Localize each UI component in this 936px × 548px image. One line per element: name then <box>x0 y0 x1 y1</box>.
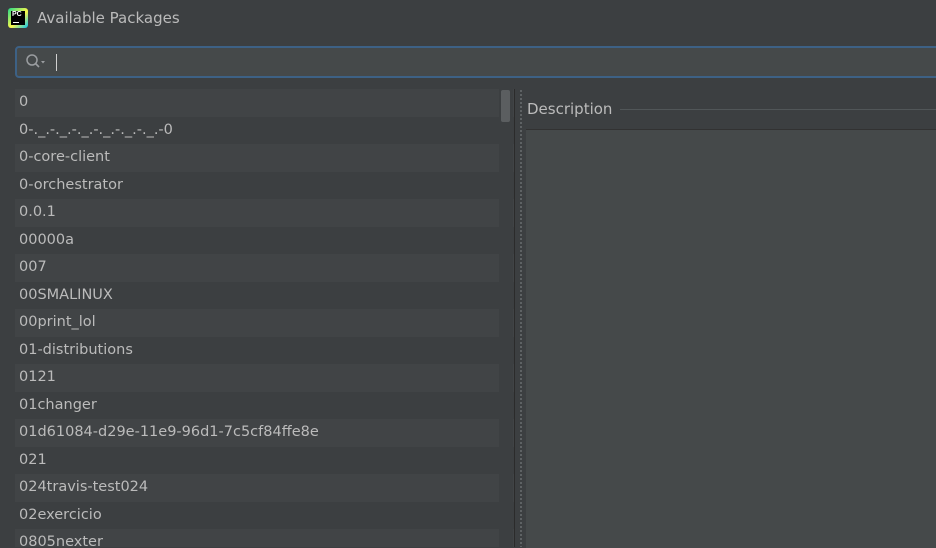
package-list-item[interactable]: 00SMALINUX <box>15 281 514 309</box>
package-list-item[interactable]: 0121 <box>15 364 514 392</box>
search-input[interactable] <box>47 49 936 75</box>
panel-splitter[interactable] <box>514 89 526 547</box>
package-list-item[interactable]: 01d61084-d29e-11e9-96d1-7c5cf84ffe8e <box>15 419 514 447</box>
scrollbar-thumb[interactable] <box>501 90 510 122</box>
package-list-item[interactable]: 02exercicio <box>15 501 514 529</box>
description-title: Description <box>527 100 613 118</box>
package-list-item[interactable]: 0.0.1 <box>15 199 514 227</box>
package-list-item[interactable]: 01changer <box>15 391 514 419</box>
search-box[interactable] <box>15 46 936 78</box>
package-list-item[interactable]: 0-orchestrator <box>15 171 514 199</box>
splitter-grip <box>519 89 523 547</box>
package-list[interactable]: 0 0-._.-._.-._.-._.-._.-._.-0 0-core-clien… <box>15 89 514 547</box>
window-title: Available Packages <box>37 9 180 27</box>
package-list-item[interactable]: 00000a <box>15 226 514 254</box>
text-caret <box>56 54 57 71</box>
search-icon[interactable] <box>25 53 47 71</box>
package-list-item[interactable]: 0-._.-._.-._.-._.-._.-._.-0 <box>15 116 514 144</box>
package-list-item[interactable]: 021 <box>15 446 514 474</box>
description-panel: Description <box>526 89 936 548</box>
package-list-item[interactable]: 0-core-client <box>15 144 514 172</box>
logo-text: PC <box>11 11 25 25</box>
package-list-item[interactable]: 0805nexter <box>15 529 514 547</box>
description-body <box>526 129 936 548</box>
package-list-scrollbar[interactable] <box>499 89 513 547</box>
description-header: Description <box>526 89 936 129</box>
package-list-item[interactable]: 00print_lol <box>15 309 514 337</box>
title-bar: PC Available Packages <box>0 0 936 36</box>
package-list-item[interactable]: 0 <box>15 89 514 117</box>
pycharm-logo-icon: PC <box>8 8 28 28</box>
description-divider <box>620 108 936 110</box>
package-list-item[interactable]: 024travis-test024 <box>15 474 514 502</box>
package-list-item[interactable]: 01-distributions <box>15 336 514 364</box>
package-list-item[interactable]: 007 <box>15 254 514 282</box>
